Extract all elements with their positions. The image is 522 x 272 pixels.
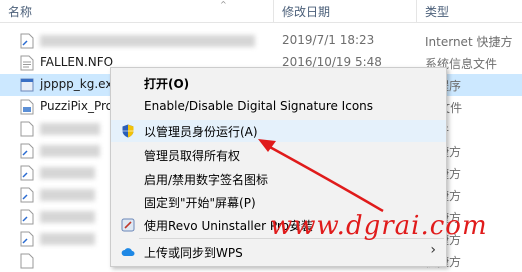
redacted-name	[40, 145, 100, 157]
exe-file-icon	[20, 78, 34, 92]
file-type: Internet 快捷方	[425, 35, 513, 49]
menu-item-label: Enable/Disable Digital Signature Icons	[144, 99, 374, 113]
column-header-type[interactable]: 类型	[425, 3, 449, 20]
shortcut-icon	[20, 187, 34, 203]
sort-caret-icon: ^	[220, 0, 227, 9]
menu-item-take-ownership[interactable]: 管理员取得所有权	[111, 144, 446, 166]
redacted-name	[40, 233, 95, 245]
menu-item-run-as-admin[interactable]: 以管理员身份运行(A)	[111, 120, 446, 142]
nfo-file-icon	[20, 55, 34, 71]
redacted-name	[40, 123, 100, 135]
shortcut-icon	[20, 143, 34, 159]
list-item[interactable]: 2019/7/1 18:23 Internet 快捷方	[0, 30, 522, 52]
menu-item-label: 以管理员身份运行(A)	[144, 125, 258, 139]
menu-item-pin-to-start[interactable]: 固定到"开始"屏幕(P)	[111, 191, 446, 213]
chevron-right-icon: ›	[430, 242, 436, 258]
column-header-date[interactable]: 修改日期	[282, 3, 330, 20]
menu-item-label: 上传或同步到WPS	[144, 246, 243, 260]
uac-shield-icon	[122, 124, 134, 138]
column-header: 名称 ^ 修改日期 类型	[0, 0, 522, 23]
file-name: FALLEN.NFO	[40, 55, 114, 69]
menu-item-open[interactable]: 打开(O)	[111, 72, 446, 94]
file-icon	[20, 121, 34, 137]
redacted-name	[40, 167, 95, 179]
file-name: jpppp_kg.ex	[40, 77, 113, 91]
watermark: www.dgrai.com	[270, 211, 488, 241]
file-date: 2019/7/1 18:23	[282, 33, 375, 47]
menu-item-label: 管理员取得所有权	[144, 149, 241, 163]
shortcut-icon	[20, 33, 34, 49]
menu-item-wps-upload[interactable]: 上传或同步到WPS ›	[111, 241, 446, 263]
menu-item-label: 启用/禁用数字签名图标	[144, 173, 269, 187]
column-header-name[interactable]: 名称	[8, 3, 32, 20]
menu-item-toggle-signature-icons[interactable]: Enable/Disable Digital Signature Icons	[111, 96, 446, 118]
redacted-name	[40, 211, 95, 223]
redacted-name	[40, 189, 95, 201]
shortcut-icon	[20, 165, 34, 181]
file-icon	[20, 99, 34, 115]
wps-cloud-icon	[121, 248, 135, 256]
menu-item-toggle-signature-icons-cn[interactable]: 启用/禁用数字签名图标	[111, 168, 446, 190]
menu-item-label: 固定到"开始"屏幕(P)	[144, 196, 256, 210]
shortcut-icon	[20, 209, 34, 225]
redacted-name	[40, 35, 255, 47]
file-name: PuzziPix_Pro	[40, 99, 114, 113]
revo-uninstaller-icon	[121, 218, 135, 232]
column-divider[interactable]	[416, 0, 417, 22]
shortcut-icon	[20, 253, 34, 269]
shortcut-icon	[20, 231, 34, 247]
column-divider[interactable]	[273, 0, 274, 22]
menu-item-label: 打开(O)	[144, 77, 190, 91]
